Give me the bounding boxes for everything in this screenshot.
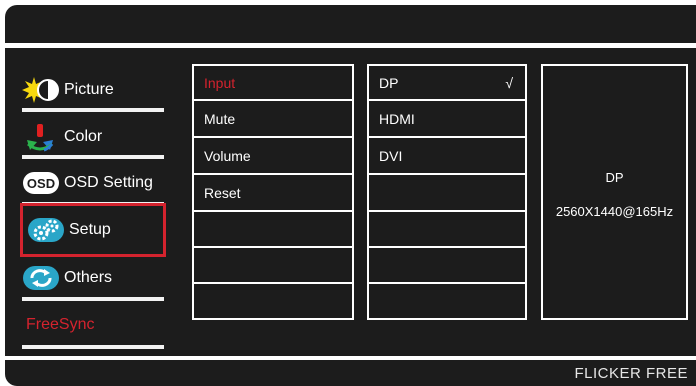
option-item-hdmi[interactable]: HDMI bbox=[367, 101, 527, 138]
menu-item-setup[interactable]: Setup bbox=[20, 203, 166, 257]
signal-info-panel: DP 2560X1440@165Hz bbox=[541, 64, 688, 320]
menu-divider bbox=[22, 345, 164, 349]
menu-item-others[interactable]: Others bbox=[22, 260, 164, 296]
menu-item-label: Picture bbox=[64, 81, 114, 98]
freesync-item[interactable]: FreeSync bbox=[26, 316, 94, 334]
submenu-item-input[interactable]: Input bbox=[192, 64, 354, 101]
option-item-empty bbox=[367, 212, 527, 248]
submenu-item-empty bbox=[192, 212, 354, 248]
submenu-item-empty bbox=[192, 284, 354, 320]
option-item-dvi[interactable]: DVI bbox=[367, 138, 527, 175]
others-refresh-icon bbox=[22, 263, 60, 293]
menu-item-label: OSD Setting bbox=[64, 174, 153, 191]
submenu-item-reset[interactable]: Reset bbox=[192, 175, 354, 212]
menu-item-color[interactable]: Color bbox=[22, 119, 164, 155]
menu-item-osd-setting[interactable]: OSD OSD Setting bbox=[22, 165, 164, 201]
osd-title-bar bbox=[5, 5, 696, 43]
picture-icon bbox=[22, 75, 60, 105]
menu-divider bbox=[22, 108, 164, 112]
info-resolution: 2560X1440@165Hz bbox=[555, 204, 674, 219]
menu-divider bbox=[22, 155, 164, 159]
flicker-free-label: FLICKER FREE bbox=[574, 365, 688, 382]
submenu-item-mute[interactable]: Mute bbox=[192, 101, 354, 138]
info-source: DP bbox=[605, 170, 624, 185]
menu-item-picture[interactable]: Picture bbox=[22, 72, 164, 108]
menu-item-label: Others bbox=[64, 269, 113, 286]
option-item-empty bbox=[367, 284, 527, 320]
monitor-osd: Picture Color OSD OSD Setting Setup Othe… bbox=[0, 0, 696, 386]
color-icon bbox=[22, 122, 60, 152]
setup-gear-icon bbox=[27, 215, 65, 245]
menu-item-label: Color bbox=[64, 128, 103, 145]
checkmark-icon: √ bbox=[505, 74, 513, 91]
submenu-item-volume[interactable]: Volume bbox=[192, 138, 354, 175]
osd-icon: OSD bbox=[22, 168, 60, 198]
option-item-empty bbox=[367, 175, 527, 212]
submenu-item-empty bbox=[192, 248, 354, 284]
menu-divider bbox=[22, 297, 164, 301]
osd-icon-text: OSD bbox=[27, 176, 55, 191]
option-item-dp[interactable]: DP √ bbox=[367, 64, 527, 101]
option-item-empty bbox=[367, 248, 527, 284]
menu-item-label: Setup bbox=[69, 221, 111, 238]
